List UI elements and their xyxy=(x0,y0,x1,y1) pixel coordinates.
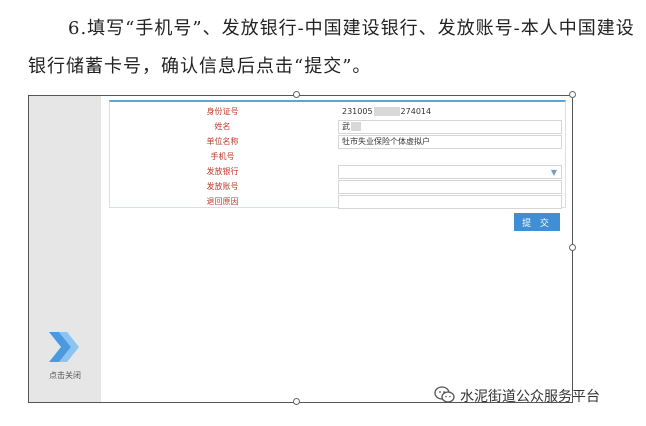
unit-name-field[interactable]: 牡市失业保险个体虚拟户 xyxy=(338,135,562,149)
submit-button[interactable]: 提 交 xyxy=(514,213,560,231)
bank-select[interactable]: ▼ xyxy=(338,165,562,179)
instruction-text: 6.填写“手机号”、发放银行-中国建设银行、发放账号-本人中国建设银行储蓄卡号，… xyxy=(28,18,635,77)
instruction-paragraph: 6.填写“手机号”、发放银行-中国建设银行、发放账号-本人中国建设银行储蓄卡号，… xyxy=(28,10,638,86)
resize-handle[interactable] xyxy=(293,398,300,405)
form-row-name: 姓名 武 xyxy=(110,119,565,135)
form-row-reason: 退回原因 xyxy=(110,194,565,210)
id-number-value: 231005 274014 xyxy=(338,105,562,119)
form-row-unit: 单位名称 牡市失业保险个体虚拟户 xyxy=(110,134,565,150)
return-reason-field[interactable] xyxy=(338,195,562,209)
chevron-down-icon[interactable]: ▼ xyxy=(551,167,557,178)
phone-field[interactable] xyxy=(338,150,562,164)
field-label: 姓名 xyxy=(214,122,231,131)
resize-handle[interactable] xyxy=(293,91,300,98)
watermark-text: 水泥街道公众服务平台 xyxy=(460,389,600,405)
field-label: 身份证号 xyxy=(206,107,239,116)
field-label: 发放账号 xyxy=(206,182,239,191)
field-label: 发放银行 xyxy=(206,167,239,176)
form-row-id: 身份证号 231005 274014 xyxy=(110,104,565,120)
redacted-mask xyxy=(373,107,400,116)
close-panel-label[interactable]: 点击关闭 xyxy=(35,370,95,381)
form-row-bank: 发放银行 ▼ xyxy=(110,164,565,180)
resize-handle[interactable] xyxy=(569,244,576,251)
form-row-phone: 手机号 xyxy=(110,149,565,165)
wechat-icon xyxy=(434,386,455,403)
field-label: 手机号 xyxy=(210,152,235,161)
screenshot-frame: 点击关闭 身份证号 231005 274014 姓名 武 单位名称 牡市失业保险个… xyxy=(28,95,573,403)
name-field[interactable]: 武 xyxy=(338,120,562,134)
form-row-account: 发放账号 xyxy=(110,179,565,195)
field-label: 退回原因 xyxy=(206,197,239,206)
field-label: 单位名称 xyxy=(206,137,239,146)
resize-handle[interactable] xyxy=(569,91,576,98)
account-field[interactable] xyxy=(338,180,562,194)
form-table: 身份证号 231005 274014 姓名 武 单位名称 牡市失业保险个体虚拟户 … xyxy=(109,100,566,210)
redacted-mask xyxy=(351,122,361,131)
double-chevron-right-icon[interactable] xyxy=(47,330,81,364)
side-panel: 点击关闭 xyxy=(29,96,101,402)
